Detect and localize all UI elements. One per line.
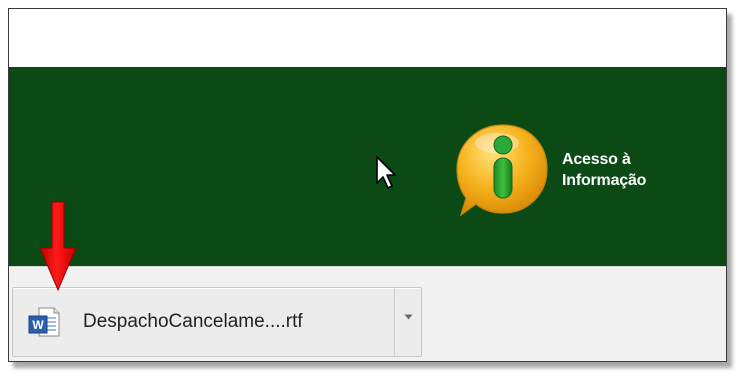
word-document-icon: W	[28, 307, 60, 337]
logo-text-line1: Acesso à	[562, 151, 631, 168]
download-menu-button[interactable]	[395, 288, 421, 356]
site-banner: Acesso à Informação	[9, 67, 726, 266]
download-filename: DespachoCancelame....rtf	[83, 311, 303, 332]
logo-text-line2: Informação	[562, 172, 647, 189]
info-i-icon	[456, 124, 548, 217]
mouse-cursor-icon	[376, 156, 396, 189]
chevron-down-icon	[404, 314, 412, 320]
screenshot-frame: Acesso à Informação W DespachoCancelame.…	[8, 8, 727, 362]
browser-content-top	[9, 9, 726, 67]
red-arrow-icon	[39, 201, 77, 292]
download-file-button[interactable]: W DespachoCancelame....rtf	[13, 288, 394, 356]
svg-text:W: W	[32, 318, 44, 332]
acesso-informacao-text: Acesso à Informação	[562, 149, 646, 191]
download-item: W DespachoCancelame....rtf	[12, 287, 422, 357]
download-bar: W DespachoCancelame....rtf	[9, 266, 726, 361]
